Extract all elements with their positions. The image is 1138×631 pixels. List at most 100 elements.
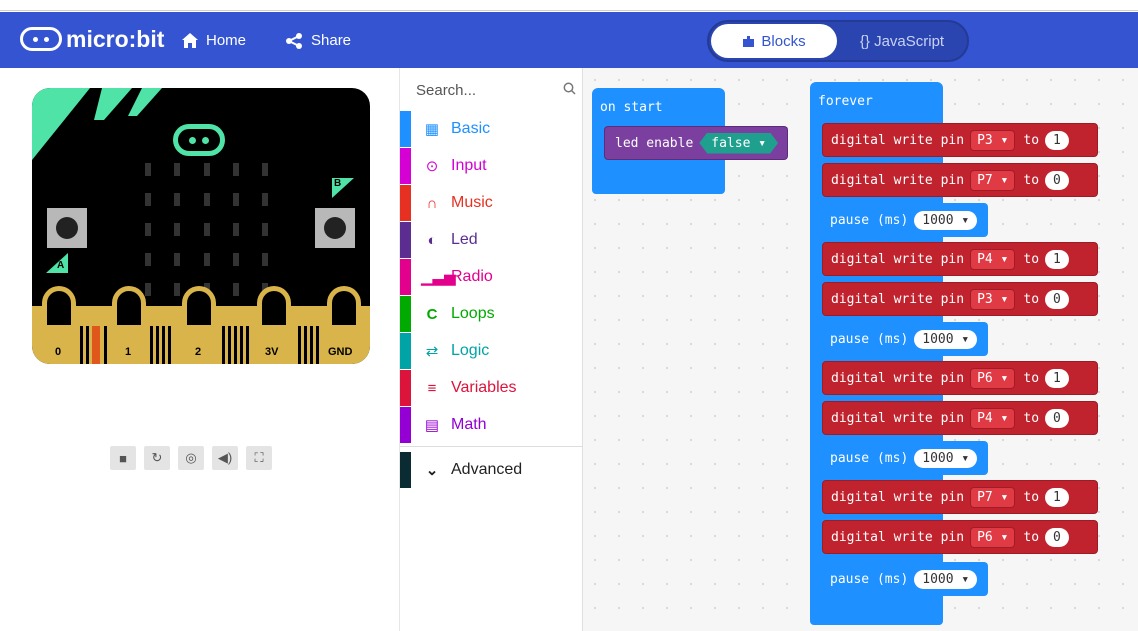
to-label: to bbox=[1023, 132, 1040, 148]
home-label: Home bbox=[206, 32, 247, 49]
pause-value-dropdown[interactable]: 1000 ▾ bbox=[914, 329, 978, 349]
simulator-controls: ■ ↻ ◎ ◀) ⛶ bbox=[110, 446, 272, 470]
category-input[interactable]: ⊙ Input bbox=[400, 148, 583, 184]
button-a[interactable] bbox=[47, 208, 87, 248]
javascript-mode-button[interactable]: {} JavaScript bbox=[839, 24, 965, 58]
category-math[interactable]: ▤ Math bbox=[400, 407, 583, 443]
blocks-workspace[interactable]: on start led enable false ▾ forever digi… bbox=[583, 68, 1138, 631]
category-loops[interactable]: C Loops bbox=[400, 296, 583, 332]
value-input[interactable]: 1 bbox=[1045, 130, 1069, 150]
category-music[interactable]: ∩ Music bbox=[400, 185, 583, 221]
digital-write-block[interactable]: digital write pin P6 ▾ to 0 bbox=[822, 520, 1098, 554]
pin-gnd[interactable] bbox=[327, 286, 361, 330]
pin-1[interactable] bbox=[112, 286, 146, 330]
pause-value-dropdown[interactable]: 1000 ▾ bbox=[914, 448, 978, 468]
pause-block[interactable]: pause (ms) 1000 ▾ bbox=[822, 203, 988, 237]
edge-connector: 0 1 2 3V GND bbox=[32, 286, 370, 364]
share-label: Share bbox=[311, 32, 352, 49]
category-radio[interactable]: ▁▃▅ Radio bbox=[400, 259, 583, 295]
restart-icon[interactable]: ↻ bbox=[144, 446, 170, 470]
pin-dropdown[interactable]: P7 ▾ bbox=[970, 169, 1016, 191]
fullscreen-icon[interactable]: ⛶ bbox=[246, 446, 272, 470]
microbit-face-logo bbox=[173, 124, 225, 156]
block-label: digital write pin bbox=[831, 489, 965, 505]
category-advanced[interactable]: ⌄ Advanced bbox=[400, 452, 583, 488]
puzzle-icon bbox=[743, 35, 755, 47]
to-label: to bbox=[1023, 410, 1040, 426]
button-b-label: B bbox=[334, 178, 342, 189]
to-label: to bbox=[1023, 291, 1040, 307]
value-input[interactable]: 0 bbox=[1045, 527, 1069, 547]
led-enable-label: led enable bbox=[615, 135, 694, 151]
pin-dropdown[interactable]: P4 ▾ bbox=[970, 407, 1016, 429]
value-input[interactable]: 0 bbox=[1045, 408, 1069, 428]
pin-dropdown[interactable]: P6 ▾ bbox=[970, 367, 1016, 389]
to-label: to bbox=[1023, 172, 1040, 188]
simulator-panel: A B 0 1 2 3V GND ■ ↻ ◎ ◀) ⛶ bbox=[0, 68, 399, 631]
value-input[interactable]: 1 bbox=[1045, 368, 1069, 388]
pin-dropdown[interactable]: P6 ▾ bbox=[970, 526, 1016, 548]
editor-mode-toggle: Blocks {} JavaScript bbox=[707, 20, 969, 62]
pin-dropdown[interactable]: P3 ▾ bbox=[970, 288, 1016, 310]
home-button[interactable]: Home bbox=[182, 32, 246, 49]
digital-write-block[interactable]: digital write pin P4 ▾ to 0 bbox=[822, 401, 1098, 435]
shuffle-icon: ⇄ bbox=[425, 343, 439, 360]
value-input[interactable]: 1 bbox=[1045, 249, 1069, 269]
pin-0[interactable] bbox=[42, 286, 76, 330]
share-button[interactable]: Share bbox=[285, 32, 351, 49]
block-label: digital write pin bbox=[831, 132, 965, 148]
toolbox: Search... ▦ Basic ⊙ Input ∩ Music ◐ Led ▁▃▅ R… bbox=[399, 68, 583, 631]
category-label: Math bbox=[451, 416, 487, 433]
pin-dropdown[interactable]: P4 ▾ bbox=[970, 248, 1016, 270]
mute-icon[interactable]: ◀) bbox=[212, 446, 238, 470]
category-led[interactable]: ◐ Led bbox=[400, 222, 583, 258]
pin-dropdown[interactable]: P3 ▾ bbox=[970, 129, 1016, 151]
pin-label: 1 bbox=[125, 346, 132, 358]
value-input[interactable]: 0 bbox=[1045, 289, 1069, 309]
pause-value-dropdown[interactable]: 1000 ▾ bbox=[914, 210, 978, 230]
search-icon[interactable] bbox=[563, 82, 576, 98]
forever-label: forever bbox=[818, 94, 873, 109]
toolbox-divider bbox=[400, 446, 583, 447]
search-box[interactable]: Search... bbox=[416, 82, 576, 99]
led-enable-block[interactable]: led enable false ▾ bbox=[604, 126, 788, 160]
pin-label: GND bbox=[328, 346, 353, 358]
category-basic[interactable]: ▦ Basic bbox=[400, 111, 583, 147]
headphones-icon: ∩ bbox=[426, 194, 438, 212]
pause-value-dropdown[interactable]: 1000 ▾ bbox=[914, 569, 978, 589]
slow-mo-icon[interactable]: ◎ bbox=[178, 446, 204, 470]
category-variables[interactable]: ≡ Variables bbox=[400, 370, 583, 406]
block-label: pause (ms) bbox=[830, 331, 909, 347]
search-input[interactable]: Search... bbox=[416, 82, 476, 99]
on-start-label: on start bbox=[600, 100, 663, 115]
value-input[interactable]: 1 bbox=[1045, 487, 1069, 507]
pause-block[interactable]: pause (ms) 1000 ▾ bbox=[822, 322, 988, 356]
blocks-mode-button[interactable]: Blocks bbox=[711, 24, 837, 58]
digital-write-block[interactable]: digital write pin P3 ▾ to 0 bbox=[822, 282, 1098, 316]
digital-write-block[interactable]: digital write pin P3 ▾ to 1 bbox=[822, 123, 1098, 157]
digital-write-block[interactable]: digital write pin P4 ▾ to 1 bbox=[822, 242, 1098, 276]
microbit-logo-icon bbox=[20, 27, 62, 51]
pin-dropdown[interactable]: P7 ▾ bbox=[970, 486, 1016, 508]
stop-icon[interactable]: ■ bbox=[110, 446, 136, 470]
digital-write-block[interactable]: digital write pin P7 ▾ to 0 bbox=[822, 163, 1098, 197]
digital-write-block[interactable]: digital write pin P7 ▾ to 1 bbox=[822, 480, 1098, 514]
category-label: Led bbox=[451, 231, 478, 248]
pin-2[interactable] bbox=[182, 286, 216, 330]
category-logic[interactable]: ⇄ Logic bbox=[400, 333, 583, 369]
led-enable-value-dropdown[interactable]: false ▾ bbox=[699, 133, 778, 154]
button-a-label: A bbox=[57, 260, 65, 271]
microbit-logo[interactable]: micro:bit bbox=[20, 24, 164, 54]
pause-block[interactable]: pause (ms) 1000 ▾ bbox=[822, 441, 988, 475]
category-label: Loops bbox=[451, 305, 495, 322]
loop-icon: C bbox=[426, 305, 438, 323]
pin-3v[interactable] bbox=[257, 286, 291, 330]
category-label: Music bbox=[451, 194, 493, 211]
signal-icon: ▁▃▅ bbox=[421, 269, 456, 286]
digital-write-block[interactable]: digital write pin P6 ▾ to 1 bbox=[822, 361, 1098, 395]
button-b[interactable] bbox=[315, 208, 355, 248]
value-input[interactable]: 0 bbox=[1045, 170, 1069, 190]
chevron-down-icon: ⌄ bbox=[425, 462, 439, 479]
to-label: to bbox=[1023, 489, 1040, 505]
pause-block[interactable]: pause (ms) 1000 ▾ bbox=[822, 562, 988, 596]
